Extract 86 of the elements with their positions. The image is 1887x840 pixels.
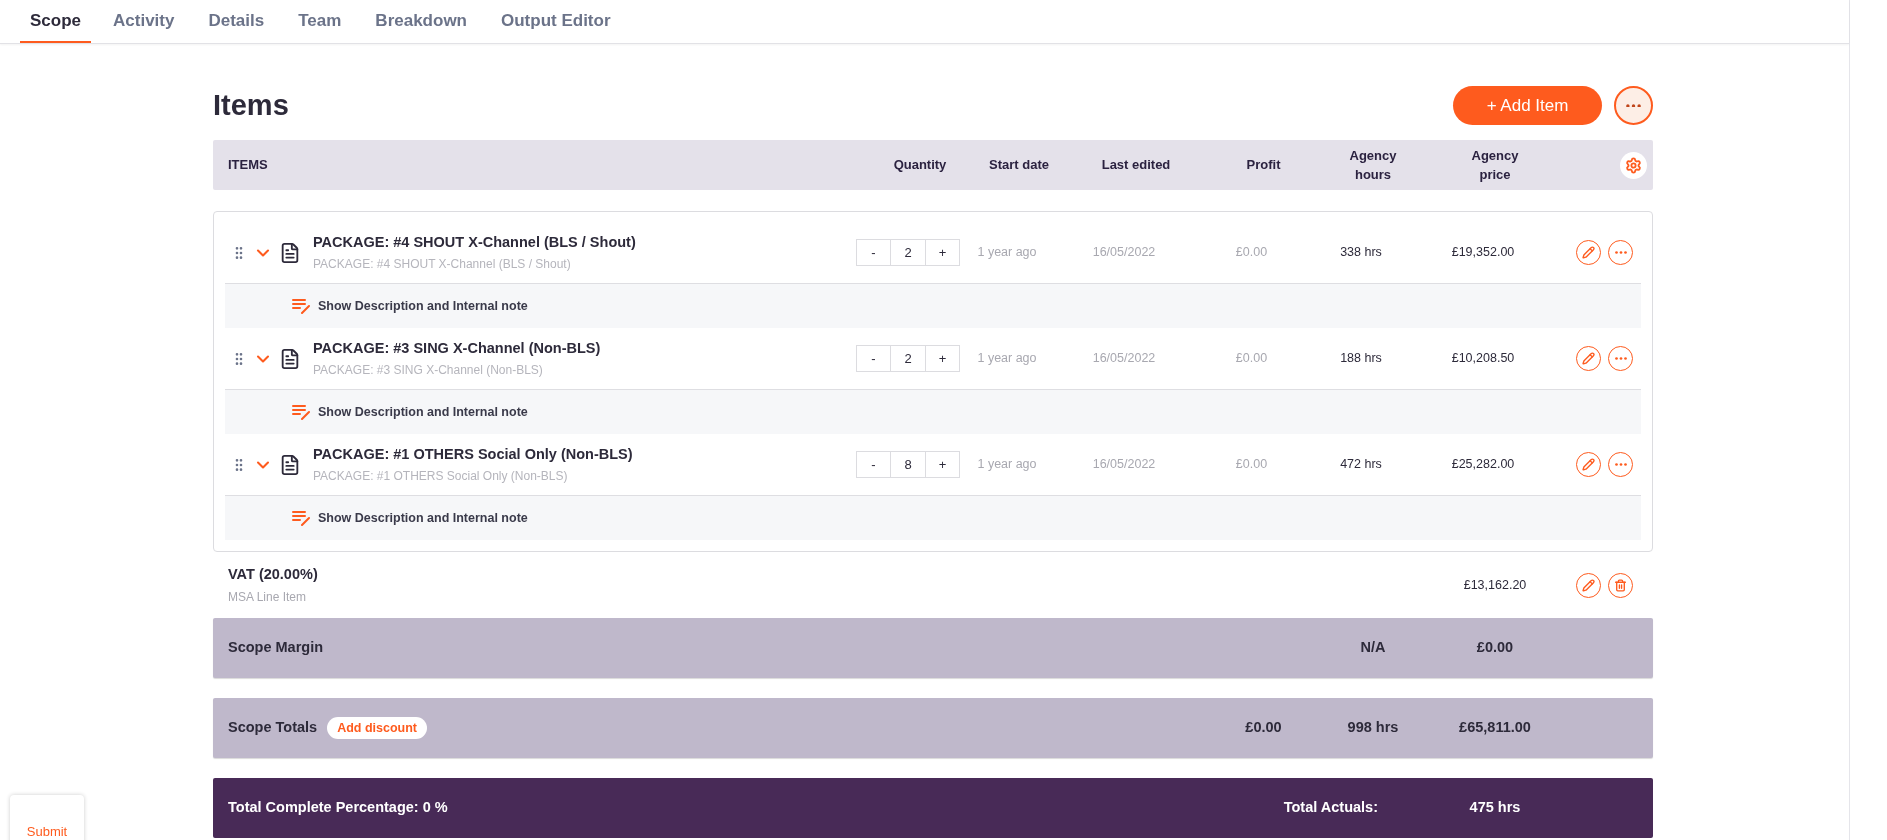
column-header: Start date bbox=[988, 156, 1050, 175]
tab[interactable]: Scope bbox=[20, 0, 92, 43]
decrement-button[interactable]: - bbox=[857, 240, 891, 265]
increment-button[interactable]: + bbox=[925, 240, 959, 265]
last-edited-date: 16/05/2022 bbox=[1091, 244, 1157, 262]
scope-totals-label: Scope Totals bbox=[228, 718, 318, 738]
edit-button[interactable] bbox=[1576, 572, 1601, 598]
start-date: 1 year ago bbox=[976, 456, 1038, 474]
quantity-value[interactable]: 2 bbox=[891, 346, 925, 371]
document-icon bbox=[279, 241, 301, 264]
tab[interactable]: Details bbox=[196, 0, 277, 43]
item-subtitle: PACKAGE: #1 OTHERS Social Only (Non-BLS) bbox=[313, 468, 569, 486]
column-header: Profit bbox=[1245, 156, 1282, 175]
total-actuals-label: Total Actuals: bbox=[1282, 798, 1379, 818]
item-name: PACKAGE: #1 OTHERS Social Only (Non-BLS) bbox=[313, 444, 633, 464]
pencil-icon bbox=[1582, 246, 1595, 259]
increment-button[interactable]: + bbox=[925, 452, 959, 477]
vat-subtitle: MSA Line Item bbox=[228, 588, 308, 606]
profit-value: £0.00 bbox=[1234, 244, 1269, 262]
vat-title: VAT (20.00%) bbox=[228, 565, 319, 585]
pencil-icon bbox=[1582, 352, 1595, 365]
vat-price: £13,162.20 bbox=[1462, 576, 1528, 594]
start-date: 1 year ago bbox=[976, 244, 1038, 262]
last-edited-date: 16/05/2022 bbox=[1091, 350, 1157, 368]
profit-value: £0.00 bbox=[1234, 456, 1269, 474]
complete-percentage: Total Complete Percentage: 0 % bbox=[228, 798, 449, 818]
column-header: Agency price bbox=[1470, 146, 1520, 184]
agency-hours-value: 338 hrs bbox=[1339, 244, 1383, 262]
item-name: PACKAGE: #3 SING X-Channel (Non-BLS) bbox=[313, 338, 601, 358]
agency-hours-value: 472 hrs bbox=[1339, 456, 1383, 474]
document-icon bbox=[279, 453, 301, 476]
column-header: Agency hours bbox=[1348, 146, 1398, 184]
edit-note-icon bbox=[292, 510, 312, 526]
agency-price-value: £10,208.50 bbox=[1450, 350, 1516, 368]
margin-price: £0.00 bbox=[1475, 638, 1515, 658]
scope-margin-label: Scope Margin bbox=[228, 638, 325, 658]
more-icon bbox=[1614, 251, 1627, 254]
more-icon bbox=[1614, 463, 1627, 466]
item-subtitle: PACKAGE: #3 SING X-Channel (Non-BLS) bbox=[313, 362, 544, 380]
pencil-icon bbox=[1582, 578, 1595, 592]
more-icon bbox=[1614, 357, 1627, 360]
margin-hours: N/A bbox=[1359, 638, 1387, 658]
decrement-button[interactable]: - bbox=[857, 346, 891, 371]
more-button[interactable] bbox=[1608, 240, 1633, 265]
totals-profit: £0.00 bbox=[1244, 718, 1283, 738]
agency-price-value: £25,282.00 bbox=[1450, 456, 1516, 474]
column-header: Quantity bbox=[892, 156, 948, 175]
tab[interactable]: Team bbox=[286, 0, 354, 43]
quantity-value[interactable]: 8 bbox=[891, 452, 925, 477]
item-name: PACKAGE: #4 SHOUT X-Channel (BLS / Shout) bbox=[313, 232, 636, 252]
tab[interactable]: Activity bbox=[101, 0, 187, 43]
column-header: Last edited bbox=[1101, 156, 1171, 175]
pencil-icon bbox=[1582, 458, 1595, 471]
settings-icon bbox=[1625, 156, 1642, 174]
more-options-button[interactable] bbox=[1614, 86, 1653, 125]
delete-button[interactable] bbox=[1608, 572, 1633, 598]
edit-button[interactable] bbox=[1576, 346, 1601, 371]
profit-value: £0.00 bbox=[1234, 350, 1269, 368]
total-actuals-value: 475 hrs bbox=[1468, 798, 1522, 818]
agency-price-value: £19,352.00 bbox=[1450, 244, 1516, 262]
more-button[interactable] bbox=[1608, 452, 1633, 477]
edit-button[interactable] bbox=[1576, 452, 1601, 477]
tab[interactable]: Output Editor bbox=[489, 0, 623, 43]
trash-icon bbox=[1614, 578, 1627, 592]
show-description-link[interactable]: Show Description and Internal note bbox=[318, 296, 528, 316]
page-title: Items bbox=[213, 88, 289, 123]
more-icon bbox=[1626, 103, 1641, 108]
item-subtitle: PACKAGE: #4 SHOUT X-Channel (BLS / Shout) bbox=[313, 256, 572, 274]
last-edited-date: 16/05/2022 bbox=[1091, 456, 1157, 474]
agency-hours-value: 188 hrs bbox=[1339, 350, 1383, 368]
increment-button[interactable]: + bbox=[925, 346, 959, 371]
tab[interactable]: Breakdown bbox=[363, 0, 479, 43]
start-date: 1 year ago bbox=[976, 350, 1038, 368]
edit-note-icon bbox=[292, 404, 312, 420]
decrement-button[interactable]: - bbox=[857, 452, 891, 477]
edit-button[interactable] bbox=[1576, 240, 1601, 265]
more-button[interactable] bbox=[1608, 346, 1633, 371]
show-description-link[interactable]: Show Description and Internal note bbox=[318, 508, 528, 528]
totals-price: £65,811.00 bbox=[1458, 718, 1532, 738]
totals-hours: 998 hrs bbox=[1346, 718, 1400, 738]
document-icon bbox=[279, 347, 301, 370]
edit-note-icon bbox=[292, 298, 312, 314]
quantity-value[interactable]: 2 bbox=[891, 240, 925, 265]
show-description-link[interactable]: Show Description and Internal note bbox=[318, 402, 528, 422]
column-header: ITEMS bbox=[228, 156, 269, 175]
settings-button[interactable] bbox=[1620, 151, 1647, 179]
